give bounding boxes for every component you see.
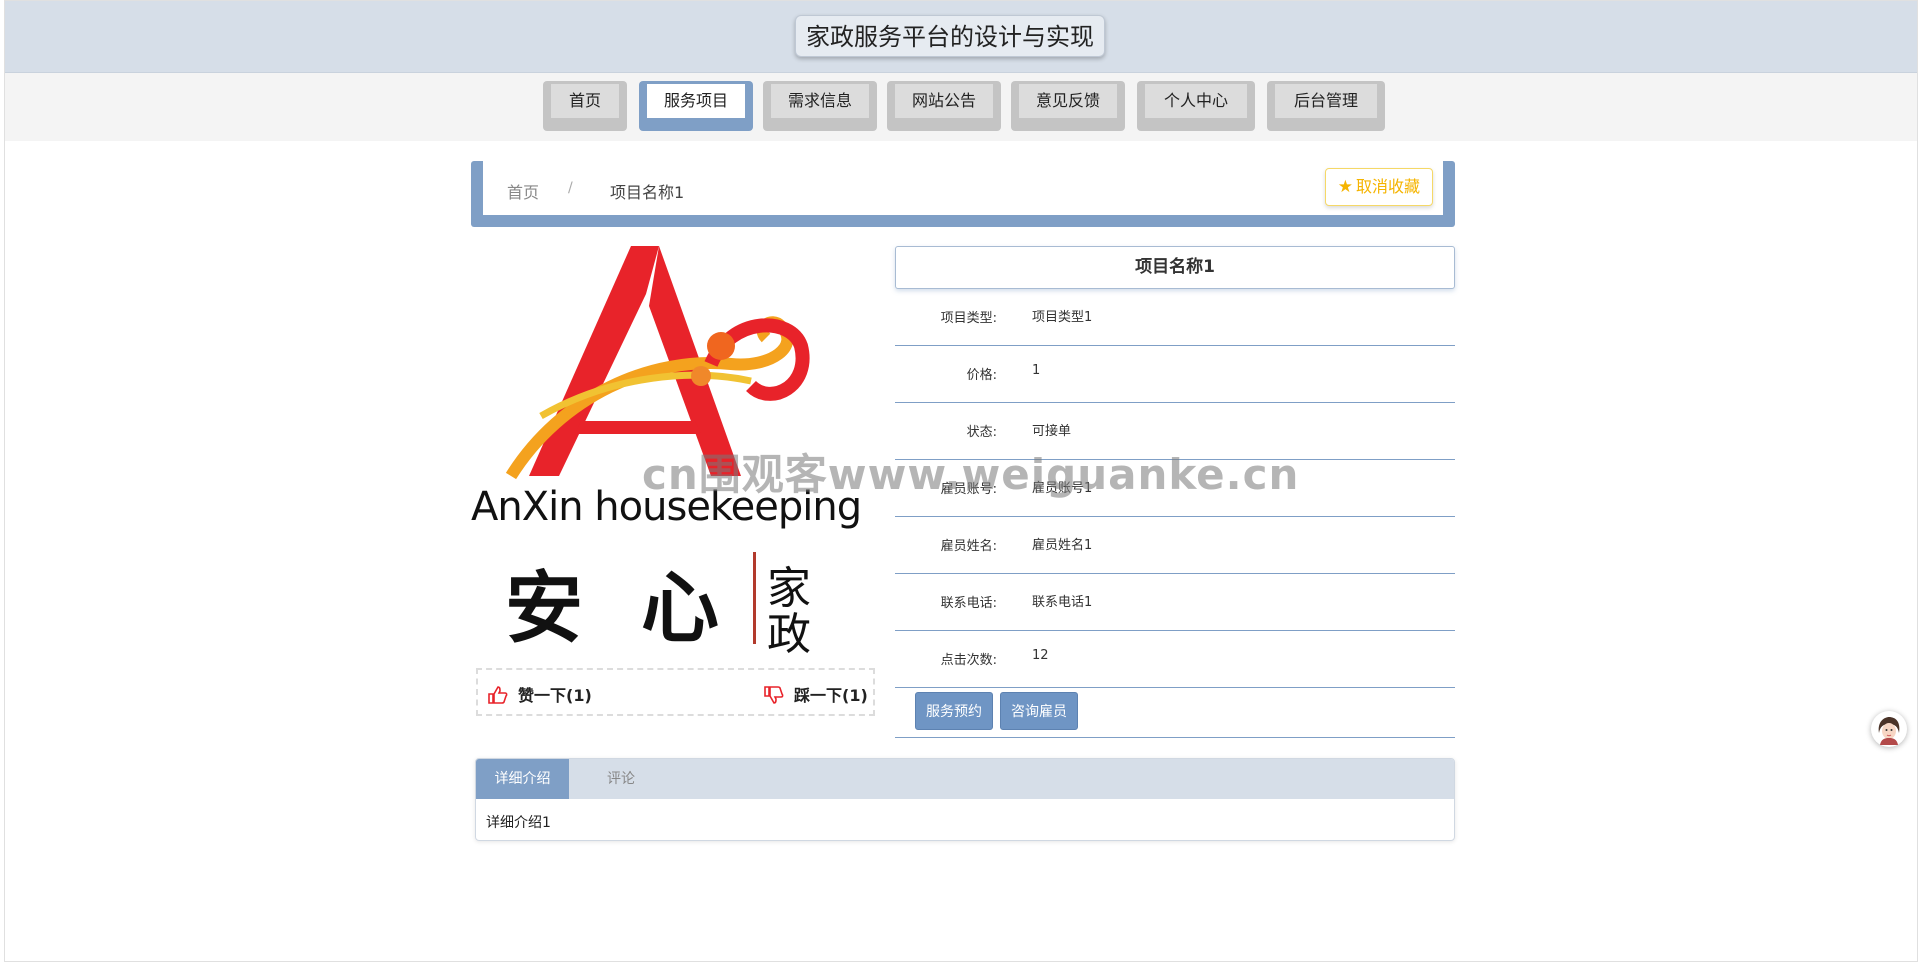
detail-row-employee-name: 雇员姓名: 雇员姓名1 (895, 517, 1455, 574)
assistant-avatar-icon (1873, 713, 1905, 745)
detail-row-phone: 联系电话: 联系电话1 (895, 574, 1455, 631)
watermark: cn围观客www.weiguanke.cn (642, 450, 1300, 499)
detail-value: 联系电话1 (1032, 595, 1093, 610)
like-label: 赞一下(1) (518, 686, 592, 705)
breadcrumb-current: 项目名称1 (610, 183, 685, 202)
detail-value: 雇员姓名1 (1032, 538, 1093, 553)
tab-comments[interactable]: 评论 (569, 759, 673, 799)
nav-item-personal-center[interactable]: 个人中心 (1137, 81, 1255, 131)
main-nav: 首页 服务项目 需求信息 网站公告 意见反馈 个人中心 后台管理 (5, 73, 1917, 141)
nav-item-label: 首页 (551, 84, 619, 118)
nav-item-announcements[interactable]: 网站公告 (887, 81, 1001, 131)
site-title: 家政服务平台的设计与实现 (795, 15, 1105, 57)
logo-char-xin: 心 (641, 563, 720, 654)
detail-value: 可接单 (1032, 424, 1072, 439)
breadcrumb: 首页 / 项目名称1 ★ 取消收藏 (483, 161, 1443, 215)
avatar[interactable] (1871, 711, 1907, 747)
detail-label: 联系电话: (940, 596, 997, 611)
nav-item-demands[interactable]: 需求信息 (763, 81, 877, 131)
tab-header: 详细介绍 评论 (476, 759, 1454, 799)
breadcrumb-separator: / (568, 180, 573, 196)
thumbs-up-icon (488, 686, 508, 704)
detail-value: 12 (1032, 648, 1049, 663)
nav-item-home[interactable]: 首页 (543, 81, 627, 131)
nav-item-admin[interactable]: 后台管理 (1267, 81, 1385, 131)
star-icon: ★ (1337, 177, 1353, 197)
header: 家政服务平台的设计与实现 (5, 1, 1917, 73)
detail-row-price: 价格: 1 (895, 346, 1455, 403)
nav-item-label: 后台管理 (1275, 84, 1377, 118)
page-frame: 家政服务平台的设计与实现 首页 服务项目 需求信息 网站公告 意见反馈 个人中心… (4, 0, 1918, 962)
unfavorite-button[interactable]: ★ 取消收藏 (1324, 168, 1433, 206)
nav-item-label: 个人中心 (1145, 84, 1247, 118)
nav-item-label: 意见反馈 (1019, 84, 1117, 118)
unfavorite-label: 取消收藏 (1355, 177, 1420, 196)
detail-label: 价格: (966, 368, 997, 383)
like-button[interactable]: 赞一下(1) (488, 682, 592, 706)
detail-label: 点击次数: (940, 653, 997, 668)
nav-item-label: 网站公告 (895, 84, 993, 118)
breadcrumb-bar: 首页 / 项目名称1 ★ 取消收藏 (471, 161, 1455, 227)
detail-value: 项目类型1 (1032, 310, 1093, 325)
detail-label: 项目类型: (940, 311, 997, 326)
detail-actions: 服务预约 咨询雇员 (895, 687, 1455, 738)
nav-item-feedback[interactable]: 意见反馈 (1011, 81, 1125, 131)
detail-label: 状态: (966, 425, 997, 440)
consult-employee-button[interactable]: 咨询雇员 (1000, 692, 1078, 730)
detail-value: 1 (1032, 363, 1041, 378)
nav-item-services[interactable]: 服务项目 (639, 81, 753, 131)
breadcrumb-home[interactable]: 首页 (507, 179, 539, 203)
dislike-label: 踩一下(1) (794, 686, 868, 705)
nav-item-label: 需求信息 (771, 84, 869, 118)
detail-title: 项目名称1 (895, 246, 1455, 289)
tab-content: 详细介绍1 (486, 815, 551, 831)
logo-divider (753, 552, 756, 644)
logo-char-an: 安 (505, 563, 584, 654)
detail-row-clicks: 点击次数: 12 (895, 631, 1455, 688)
like-bar: 赞一下(1) 踩一下(1) (476, 668, 875, 716)
detail-row-type: 项目类型: 项目类型1 (895, 289, 1455, 346)
detail-label: 雇员姓名: (940, 539, 997, 554)
logo-char-zheng: 政 (767, 609, 811, 660)
tab-details[interactable]: 详细介绍 (476, 759, 569, 799)
nav-item-label: 服务项目 (647, 84, 745, 118)
book-service-button[interactable]: 服务预约 (915, 692, 993, 730)
detail-tabs: 详细介绍 评论 详细介绍1 (475, 758, 1455, 841)
thumbs-down-icon (764, 686, 784, 704)
dislike-button[interactable]: 踩一下(1) (764, 682, 868, 706)
